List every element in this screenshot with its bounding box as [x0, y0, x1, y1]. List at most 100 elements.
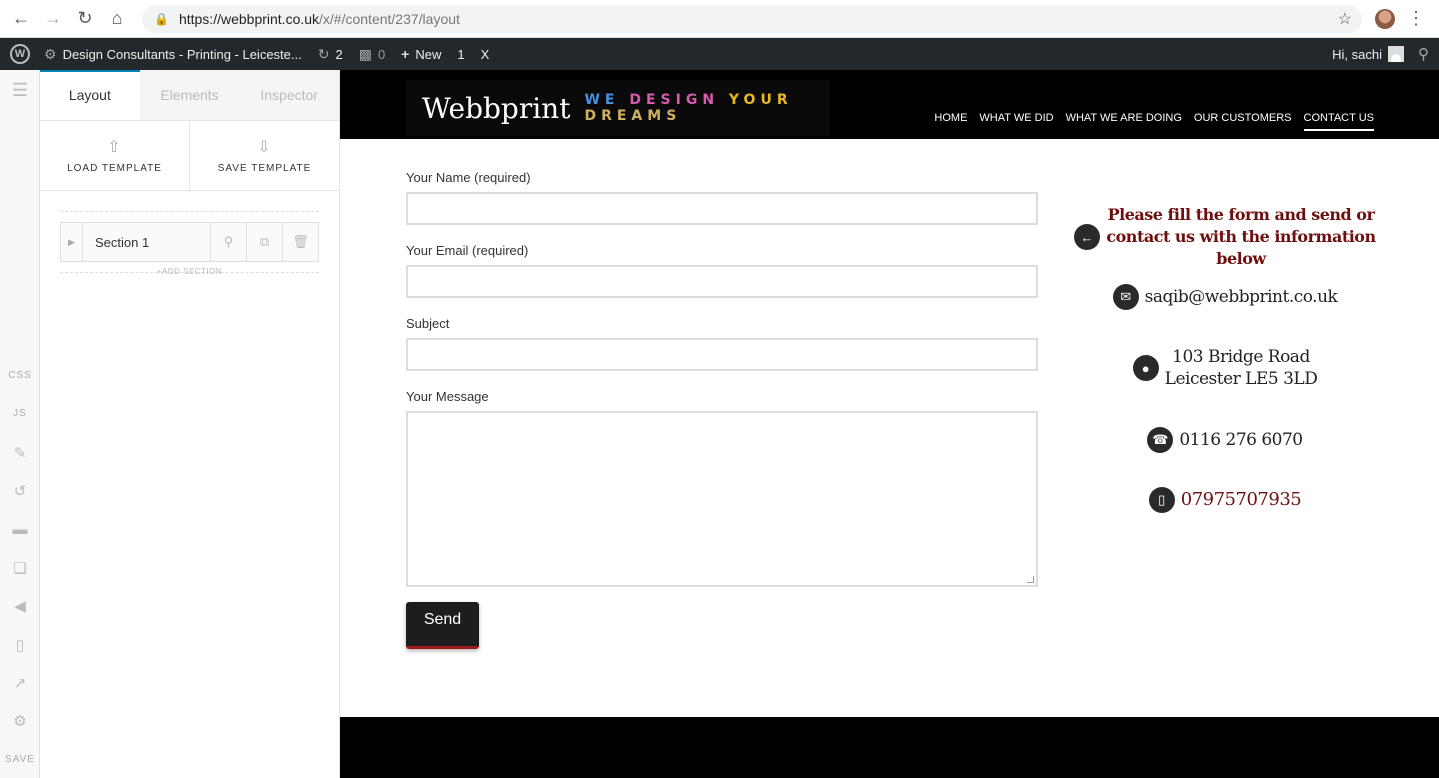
- address-line-1: 103 Bridge Road: [1172, 347, 1310, 367]
- history-icon[interactable]: ↺: [0, 482, 40, 500]
- load-template-label: LOAD TEMPLATE: [67, 163, 162, 174]
- message-label: Your Message: [406, 389, 489, 404]
- plus-icon: +: [401, 46, 410, 62]
- section-row[interactable]: ▶ Section 1 ⚲ ⧉ 🗑: [60, 222, 319, 262]
- site-title: Design Consultants - Printing - Leiceste…: [62, 46, 302, 62]
- subject-field[interactable]: [406, 338, 1038, 371]
- save-template-label: SAVE TEMPLATE: [217, 163, 312, 174]
- site-logo[interactable]: Webbprint WE DESIGN YOUR DREAMS: [406, 80, 830, 136]
- back-arrow-icon[interactable]: ←: [10, 8, 32, 30]
- user-avatar[interactable]: [1388, 46, 1404, 62]
- site-header: Webbprint WE DESIGN YOUR DREAMS HOME WHA…: [340, 70, 1439, 139]
- save-template-button[interactable]: ⇩ SAVE TEMPLATE: [189, 121, 339, 190]
- contact-form: Your Name (required) Your Email (require…: [406, 170, 1038, 649]
- map-pin-icon: ●: [1132, 355, 1159, 381]
- section-name[interactable]: Section 1: [83, 235, 210, 250]
- save-button[interactable]: SAVE: [0, 754, 40, 765]
- upload-icon: ⇧: [107, 139, 122, 156]
- tab-inspector[interactable]: Inspector: [239, 70, 339, 120]
- address-bar[interactable]: 🔒 https://webbprint.co.uk/x/#/content/23…: [142, 5, 1362, 33]
- lock-icon: 🔒: [154, 12, 169, 26]
- search-icon[interactable]: ⚲: [210, 223, 246, 261]
- updates-count: 2: [335, 46, 343, 62]
- contact-address-text: 103 Bridge Road Leicester LE5 3LD: [1165, 346, 1318, 390]
- contact-phone: ☎ 0116 276 6070: [1060, 427, 1390, 453]
- nav-our-customers[interactable]: OUR CUSTOMERS: [1194, 112, 1292, 131]
- new-content-link[interactable]: + New: [401, 46, 441, 62]
- expand-caret-icon[interactable]: ▶: [61, 223, 83, 261]
- css-button[interactable]: CSS: [0, 370, 40, 381]
- wordpress-logo-icon[interactable]: W: [10, 44, 30, 64]
- reload-icon[interactable]: ↻: [74, 8, 96, 30]
- download-icon: ⇩: [257, 139, 272, 156]
- url-path: /x/#/content/237/layout: [319, 11, 460, 27]
- external-link-icon[interactable]: ↗: [0, 674, 40, 692]
- search-icon[interactable]: ⚲: [1418, 45, 1429, 63]
- footer-layout-icon[interactable]: ▬: [0, 521, 40, 538]
- trash-icon[interactable]: 🗑: [282, 223, 318, 261]
- feedback-icon[interactable]: ✎: [0, 444, 40, 462]
- bookmark-star-icon[interactable]: ☆: [1338, 9, 1352, 29]
- email-label: Your Email (required): [406, 243, 529, 258]
- tagline: WE DESIGN YOUR DREAMS: [584, 92, 830, 124]
- tagline-word: YOUR: [728, 92, 793, 108]
- duplicate-icon[interactable]: ⧉: [246, 223, 282, 261]
- add-section-button[interactable]: +ADD SECTION: [60, 267, 319, 276]
- mobile-icon: ▯: [1148, 487, 1175, 513]
- updates-link[interactable]: ↻ 2: [318, 46, 343, 63]
- tab-layout[interactable]: Layout: [40, 70, 140, 120]
- envelope-icon: ✉: [1112, 284, 1139, 310]
- phone-icon: ☎: [1147, 427, 1174, 453]
- tab-elements[interactable]: Elements: [140, 70, 240, 120]
- refresh-icon: ↻: [317, 45, 330, 62]
- hamburger-menu-icon[interactable]: ☰: [0, 80, 40, 101]
- collapse-icon[interactable]: ◀: [0, 597, 40, 615]
- contact-intro-text: Please fill the form and send or contact…: [1106, 205, 1376, 268]
- drop-zone-divider: [60, 211, 319, 212]
- new-label: New: [415, 46, 442, 62]
- url-text: https://webbprint.co.uk/x/#/content/237/…: [179, 11, 460, 27]
- url-host: https://webbprint.co.uk: [178, 11, 320, 27]
- nav-contact-us[interactable]: CONTACT US: [1303, 112, 1374, 131]
- templates-icon[interactable]: ❏: [0, 559, 40, 577]
- address-line-2: Leicester LE5 3LD: [1164, 369, 1318, 389]
- admin-bar-item-1[interactable]: 1: [457, 47, 464, 62]
- load-template-button[interactable]: ⇧ LOAD TEMPLATE: [40, 121, 189, 190]
- settings-gear-icon[interactable]: ⚙: [0, 712, 40, 730]
- contact-email-text[interactable]: saqib@webbprint.co.uk: [1145, 286, 1338, 308]
- site-preview: Webbprint WE DESIGN YOUR DREAMS HOME WHA…: [340, 70, 1439, 778]
- dashboard-icon: ⚙: [44, 45, 57, 62]
- message-textarea[interactable]: [406, 411, 1038, 587]
- contact-address: ● 103 Bridge Road Leicester LE5 3LD: [1060, 346, 1390, 390]
- forward-arrow-icon[interactable]: →: [42, 8, 64, 30]
- site-name-link[interactable]: ⚙ Design Consultants - Printing - Leices…: [44, 46, 302, 63]
- comments-count: 0: [377, 46, 386, 62]
- contact-mobile-text[interactable]: 07975707935: [1181, 489, 1302, 511]
- nav-home[interactable]: HOME: [934, 112, 967, 131]
- profile-avatar[interactable]: [1375, 9, 1395, 29]
- nav-what-we-are-doing[interactable]: WHAT WE ARE DOING: [1066, 112, 1182, 131]
- user-greeting[interactable]: Hi, sachi: [1332, 47, 1382, 62]
- tagline-word: DESIGN: [629, 92, 720, 108]
- comments-link[interactable]: ▩ 0: [359, 46, 385, 63]
- name-field[interactable]: [406, 192, 1038, 225]
- builder-panel: Layout Elements Inspector ⇧ LOAD TEMPLAT…: [40, 70, 340, 778]
- tagline-word: DREAMS: [584, 108, 682, 124]
- browser-toolbar: ← → ↻ ⌂ 🔒 https://webbprint.co.uk/x/#/co…: [0, 0, 1439, 38]
- admin-bar-item-x[interactable]: X: [481, 47, 490, 62]
- js-button[interactable]: JS: [0, 408, 40, 419]
- home-icon[interactable]: ⌂: [106, 8, 128, 30]
- wp-admin-bar: W ⚙ Design Consultants - Printing - Leic…: [0, 38, 1439, 70]
- logo-text: Webbprint: [422, 91, 571, 125]
- site-footer: [340, 717, 1439, 778]
- comment-icon: ▩: [358, 45, 372, 62]
- name-label: Your Name (required): [406, 170, 531, 185]
- contact-phone-text[interactable]: 0116 276 6070: [1179, 429, 1303, 451]
- email-field[interactable]: [406, 265, 1038, 298]
- nav-what-we-did[interactable]: WHAT WE DID: [979, 112, 1053, 131]
- tagline-word: WE: [584, 92, 620, 108]
- device-preview-icon[interactable]: ▯: [0, 636, 40, 654]
- browser-menu-icon[interactable]: ⋮: [1407, 8, 1425, 28]
- send-button[interactable]: Send: [406, 602, 479, 649]
- arrow-left-icon: ←: [1074, 224, 1100, 250]
